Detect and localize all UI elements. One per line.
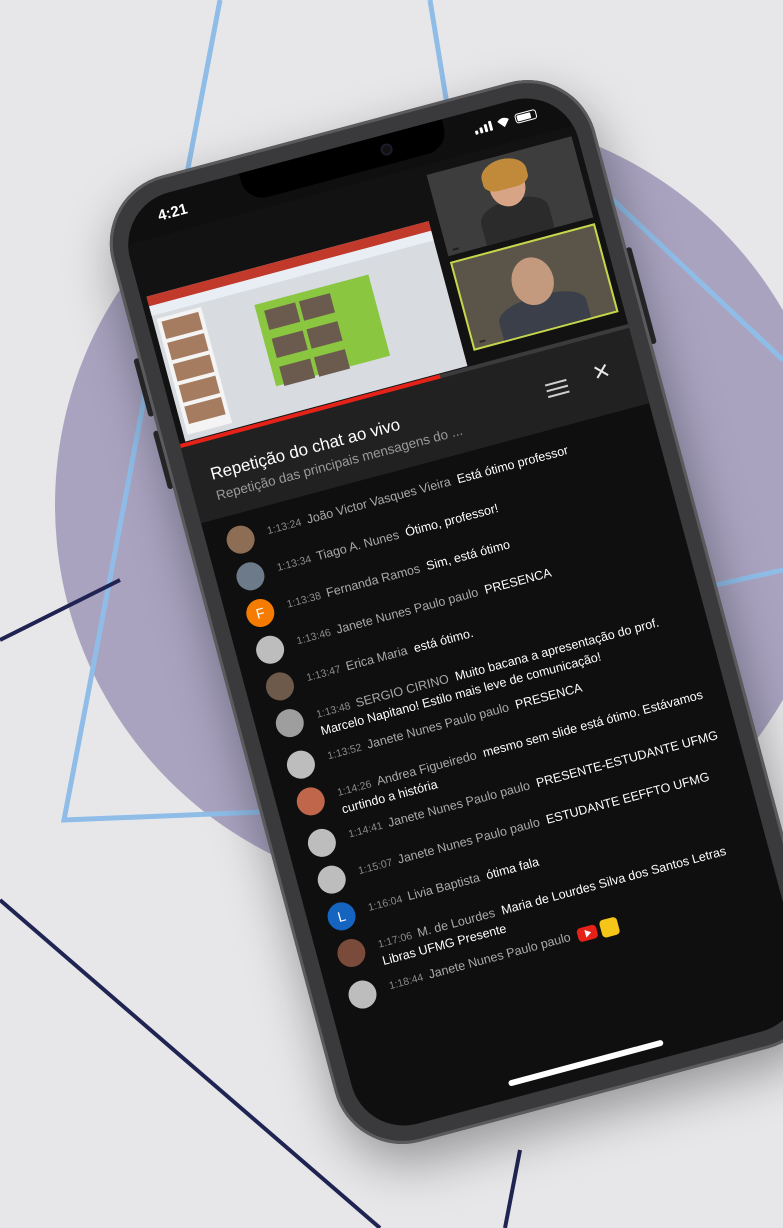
message-timestamp: 1:13:52 <box>326 741 364 763</box>
avatar[interactable]: F <box>243 595 278 631</box>
message-text: ótima fala <box>484 854 541 883</box>
dark-line-bottom-2 <box>503 1149 522 1228</box>
message-text: PRESENCA <box>482 565 553 597</box>
avatar[interactable] <box>314 862 349 897</box>
raised-hand-icon <box>598 916 621 939</box>
message-timestamp: 1:15:07 <box>356 856 394 878</box>
avatar[interactable] <box>252 632 288 667</box>
message-timestamp: 1:13:34 <box>275 553 313 574</box>
message-timestamp: 1:13:38 <box>285 589 323 611</box>
avatar[interactable] <box>334 935 369 971</box>
message-timestamp: 1:13:46 <box>295 626 333 648</box>
message-text: PRESENCA <box>513 680 584 712</box>
message-text: está ótimo. <box>412 625 475 656</box>
message-timestamp: 1:14:41 <box>347 819 385 841</box>
message-author[interactable]: Erica Maria <box>344 644 409 674</box>
slide-photo-collage <box>254 274 391 387</box>
message-timestamp: 1:16:04 <box>366 893 404 914</box>
status-icons <box>473 108 538 135</box>
message-timestamp: 1:13:24 <box>265 516 303 538</box>
avatar[interactable] <box>293 784 328 819</box>
avatar[interactable] <box>262 669 298 704</box>
battery-icon <box>513 108 538 125</box>
avatar[interactable]: L <box>324 899 359 934</box>
avatar[interactable] <box>304 825 340 861</box>
close-icon[interactable]: × <box>587 354 616 388</box>
message-timestamp: 1:18:44 <box>387 971 425 993</box>
filter-icon[interactable] <box>544 376 570 399</box>
avatar[interactable] <box>283 747 319 782</box>
slide-titlebar <box>146 221 432 307</box>
youtube-icon <box>575 924 599 943</box>
message-timestamp: 1:13:47 <box>305 663 343 685</box>
avatar[interactable] <box>272 705 307 741</box>
signal-icon <box>473 120 494 135</box>
status-time: 4:21 <box>155 200 190 225</box>
wifi-icon <box>496 116 512 129</box>
avatar[interactable] <box>233 559 268 594</box>
avatar[interactable] <box>345 977 380 1012</box>
avatar[interactable] <box>223 522 258 557</box>
